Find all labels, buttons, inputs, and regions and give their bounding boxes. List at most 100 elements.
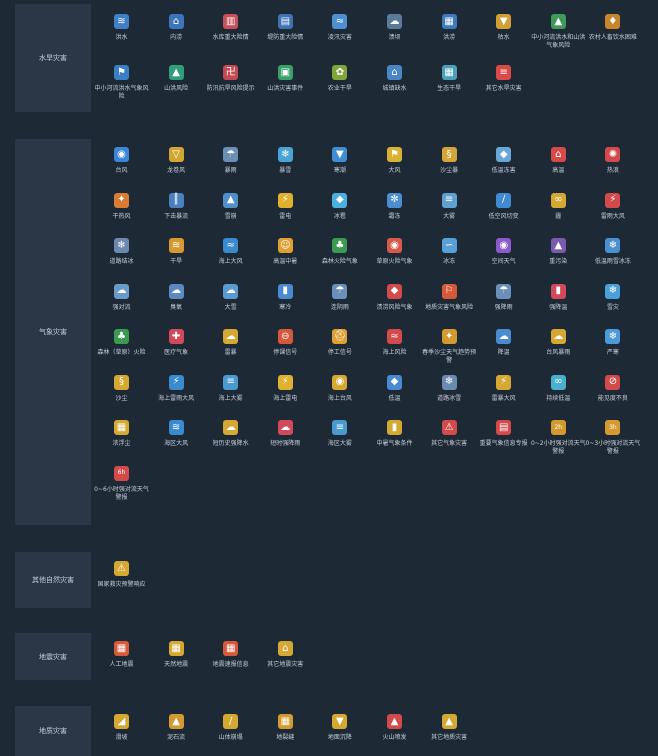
icon-item[interactable]: § 沙尘暴 xyxy=(421,147,478,175)
icon-item[interactable]: ≡ 其它水旱灾害 xyxy=(475,65,532,93)
icon-item[interactable]: ▮ 寒冷 xyxy=(257,283,314,312)
icon-item[interactable]: ▲ 火山喷发 xyxy=(366,714,423,742)
icon-item[interactable]: ☁ 雷暴 xyxy=(202,329,259,357)
icon-item[interactable]: ▦ 地震速报信息 xyxy=(202,641,259,669)
icon-item[interactable]: ≋ 海区大风 xyxy=(148,420,205,448)
icon-item[interactable]: ▽ 龙卷风 xyxy=(148,147,205,175)
icon-item[interactable]: 6h 0~6小时强对流天气警报 xyxy=(93,465,150,502)
icon-item[interactable]: ◢ 滑坡 xyxy=(93,714,150,742)
icon-item[interactable]: ❄ 暴雪 xyxy=(257,147,314,175)
icon-item[interactable]: ⚡ 海上雷电 xyxy=(257,374,314,403)
icon-item[interactable]: ☁ 臭氧 xyxy=(148,283,205,312)
icon-item[interactable]: 2h 0~2小时强对流天气警报 xyxy=(530,420,587,456)
icon-item[interactable]: ♦ 农村人畜饮水困难 xyxy=(584,14,641,42)
icon-item[interactable]: ❄ 道路冰雪 xyxy=(421,374,478,403)
icon-item[interactable]: ⌂ 高温 xyxy=(530,147,587,175)
icon-item[interactable]: ☁ 大雪 xyxy=(202,283,259,312)
icon-item[interactable]: ⊘ 能见度不良 xyxy=(584,374,641,403)
icon-item[interactable]: ▦ 人工地震 xyxy=(93,641,150,669)
icon-item[interactable]: ☁ 溃坝 xyxy=(366,14,423,42)
icon-item[interactable]: ▮ 中暑气象条件 xyxy=(366,420,423,448)
icon-item[interactable]: ✦ 春季沙尘天气趋势预警 xyxy=(421,329,478,365)
icon-item[interactable]: ♣ 森林火险气象 xyxy=(311,238,368,266)
icon-item[interactable]: ☂ 连阴雨 xyxy=(311,283,368,312)
icon-item[interactable]: ✦ 干热风 xyxy=(93,192,150,221)
icon-item[interactable]: ≋ 干旱 xyxy=(148,238,205,266)
icon-item[interactable]: ∞ 霾 xyxy=(530,192,587,221)
icon-item[interactable]: ✚ 医疗气象 xyxy=(148,329,205,357)
icon-item[interactable]: ∞ 持续低温 xyxy=(530,374,587,403)
icon-item[interactable]: ▲ 中小河流洪水和山洪气象风险 xyxy=(530,14,587,50)
icon-item[interactable]: ≡ 大雾 xyxy=(421,192,478,221)
icon-item[interactable]: ∕ 低空风切变 xyxy=(475,192,532,221)
icon-item[interactable]: ⌂ 城镇缺水 xyxy=(366,65,423,93)
icon-item[interactable]: ☂ 强降雨 xyxy=(475,283,532,312)
icon-item[interactable]: ☂ 暴雨 xyxy=(202,147,259,175)
icon-item[interactable]: ▦ 天然地震 xyxy=(148,641,205,669)
icon-item[interactable]: ⚠ 其它气象灾害 xyxy=(421,420,478,448)
icon-item[interactable]: ⚑ 中小河流洪水气象风险 xyxy=(93,65,150,101)
icon-item[interactable]: ≈ 海上风险 xyxy=(366,329,423,357)
icon-item[interactable]: ▼ 枯水 xyxy=(475,14,532,42)
icon-item[interactable]: ◆ 渍涝风险气象 xyxy=(366,283,423,312)
icon-item[interactable]: ▤ 堤防重大险情 xyxy=(257,14,314,42)
icon-item[interactable]: ⛑ 停工信号 xyxy=(311,329,368,357)
icon-item[interactable]: ☁ 台风暴雨 xyxy=(530,329,587,357)
icon-item[interactable]: ☁ 强对流 xyxy=(93,283,150,312)
icon-item[interactable]: ▦ 地裂缝 xyxy=(257,714,314,742)
icon-item[interactable]: ⚡ 雷雨大风 xyxy=(584,192,641,221)
icon-item[interactable]: ⚑ 大风 xyxy=(366,147,423,175)
icon-item[interactable]: ▲ 泥石流 xyxy=(148,714,205,742)
icon-item[interactable]: ⊖ 停课信号 xyxy=(257,329,314,357)
icon-item[interactable]: ≋ 洪水 xyxy=(93,14,150,42)
icon-item[interactable]: ▼ 地面沉降 xyxy=(311,714,368,742)
icon-item[interactable]: ◉ 台风 xyxy=(93,147,150,175)
icon-item[interactable]: 卍防汛抗旱风险提示 xyxy=(202,65,259,93)
icon-item[interactable]: ⌂ 其它地震灾害 xyxy=(257,641,314,669)
icon-item[interactable]: ❄ 雪灾 xyxy=(584,283,641,312)
icon-item[interactable]: ║ 下击暴流 xyxy=(148,192,205,221)
icon-item[interactable]: ❄ 低温雨雪冰冻 xyxy=(584,238,641,266)
icon-item[interactable]: ◉ 空间天气 xyxy=(475,238,532,266)
icon-item[interactable]: ∕ 山体崩塌 xyxy=(202,714,259,742)
icon-item[interactable]: ▲ 其它地质灾害 xyxy=(421,714,478,742)
icon-item[interactable]: ⚡ 雷暴大风 xyxy=(475,374,532,403)
icon-item[interactable]: ☺ 高温中暑 xyxy=(257,238,314,266)
icon-item[interactable]: ⚡ 雷电 xyxy=(257,192,314,221)
icon-item[interactable]: ❄ 严寒 xyxy=(584,329,641,357)
icon-item[interactable]: ▲ 山洪风险 xyxy=(148,65,205,93)
icon-item[interactable]: ≈ 凌汛灾害 xyxy=(311,14,368,42)
icon-item[interactable]: ⚡ 海上雷雨大风 xyxy=(148,374,205,403)
icon-item[interactable]: ☁ 短历史强降水 xyxy=(202,420,259,448)
icon-item[interactable]: ▦ 生态干旱 xyxy=(421,65,478,93)
icon-item[interactable]: ✿ 农业干旱 xyxy=(311,65,368,93)
icon-item[interactable]: ▦ 洪涝 xyxy=(421,14,478,42)
icon-item[interactable]: ☁ 降温 xyxy=(475,329,532,357)
icon-item[interactable]: ≡ 海上大雾 xyxy=(202,374,259,403)
icon-item[interactable]: ◉ 草原火险气象 xyxy=(366,238,423,266)
icon-item[interactable]: ◆ 冰雹 xyxy=(311,192,368,221)
icon-item[interactable]: ▲ 雪崩 xyxy=(202,192,259,221)
icon-item[interactable]: ◉ 海上台风 xyxy=(311,374,368,403)
icon-item[interactable]: § 沙尘 xyxy=(93,374,150,403)
icon-item[interactable]: ⚐ 地质灾害气象风险 xyxy=(421,283,478,312)
icon-item[interactable]: ◆ 低温 xyxy=(366,374,423,403)
icon-item[interactable]: ▣ 山洪灾害事件 xyxy=(257,65,314,93)
icon-item[interactable]: ≈ 海上大风 xyxy=(202,238,259,266)
icon-item[interactable]: 3h 0~3小时强对流天气警报 xyxy=(584,420,641,456)
icon-item[interactable]: ♣ 森林（草原）火险 xyxy=(93,329,150,357)
icon-item[interactable]: ⌂ 内涝 xyxy=(148,14,205,42)
icon-item[interactable]: ▥ 水库重大险情 xyxy=(202,14,259,42)
icon-item[interactable]: ☁ 短时强降雨 xyxy=(257,420,314,448)
icon-item[interactable]: ∽ 冰冻 xyxy=(421,238,478,266)
icon-item[interactable]: ◆ 低温冻害 xyxy=(475,147,532,175)
icon-item[interactable]: ▮ 强降温 xyxy=(530,283,587,312)
icon-item[interactable]: ✺ 热浪 xyxy=(584,147,641,175)
icon-item[interactable]: ▼ 寒潮 xyxy=(311,147,368,175)
icon-item[interactable]: ✼ 霜冻 xyxy=(366,192,423,221)
icon-item[interactable]: ▲ 重污染 xyxy=(530,238,587,266)
icon-item[interactable]: ▦ 浓浮尘 xyxy=(93,420,150,448)
icon-item[interactable]: ⚠ 国家救灾预警响应 xyxy=(93,561,150,589)
icon-item[interactable]: ≡ 海区大雾 xyxy=(311,420,368,448)
icon-item[interactable]: ❄ 道路结冰 xyxy=(93,238,150,266)
